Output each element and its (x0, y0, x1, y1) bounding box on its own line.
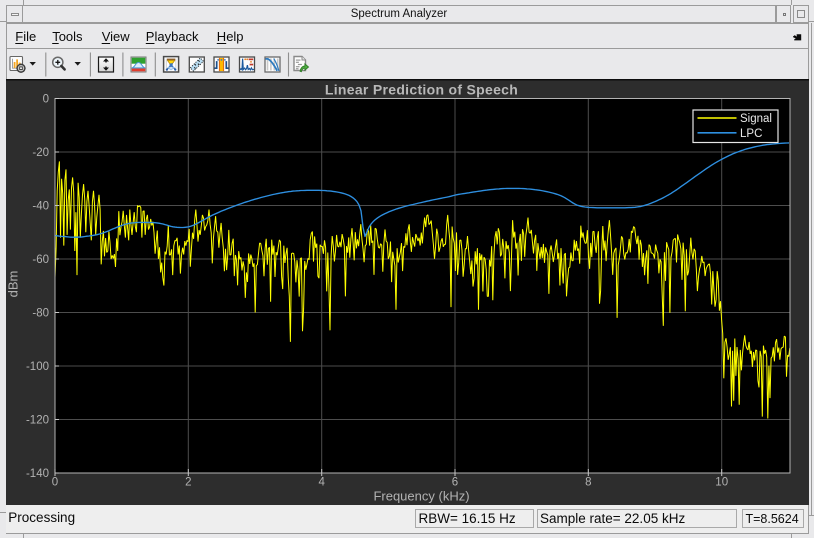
svg-text:0: 0 (51, 477, 57, 489)
svg-text:Linear Prediction of Speech: Linear Prediction of Speech (324, 82, 517, 98)
svg-text:LPC: LPC (740, 128, 762, 140)
svg-text:-100: -100 (25, 361, 48, 373)
svg-text:Frequency (kHz): Frequency (kHz) (373, 489, 469, 504)
svg-text:-140: -140 (25, 468, 48, 480)
svg-text:4: 4 (318, 477, 325, 489)
svg-text:-120: -120 (25, 415, 48, 427)
svg-text:-20: -20 (32, 147, 49, 159)
svg-text:-40: -40 (32, 201, 49, 213)
svg-text:2: 2 (185, 477, 191, 489)
svg-text:8: 8 (585, 477, 591, 489)
svg-text:Signal: Signal (740, 113, 772, 125)
svg-text:dBm: dBm (6, 271, 21, 298)
svg-text:0: 0 (42, 94, 48, 106)
svg-text:-80: -80 (32, 308, 49, 320)
svg-text:10: 10 (715, 477, 728, 489)
svg-text:-60: -60 (32, 254, 49, 266)
svg-text:6: 6 (451, 477, 457, 489)
